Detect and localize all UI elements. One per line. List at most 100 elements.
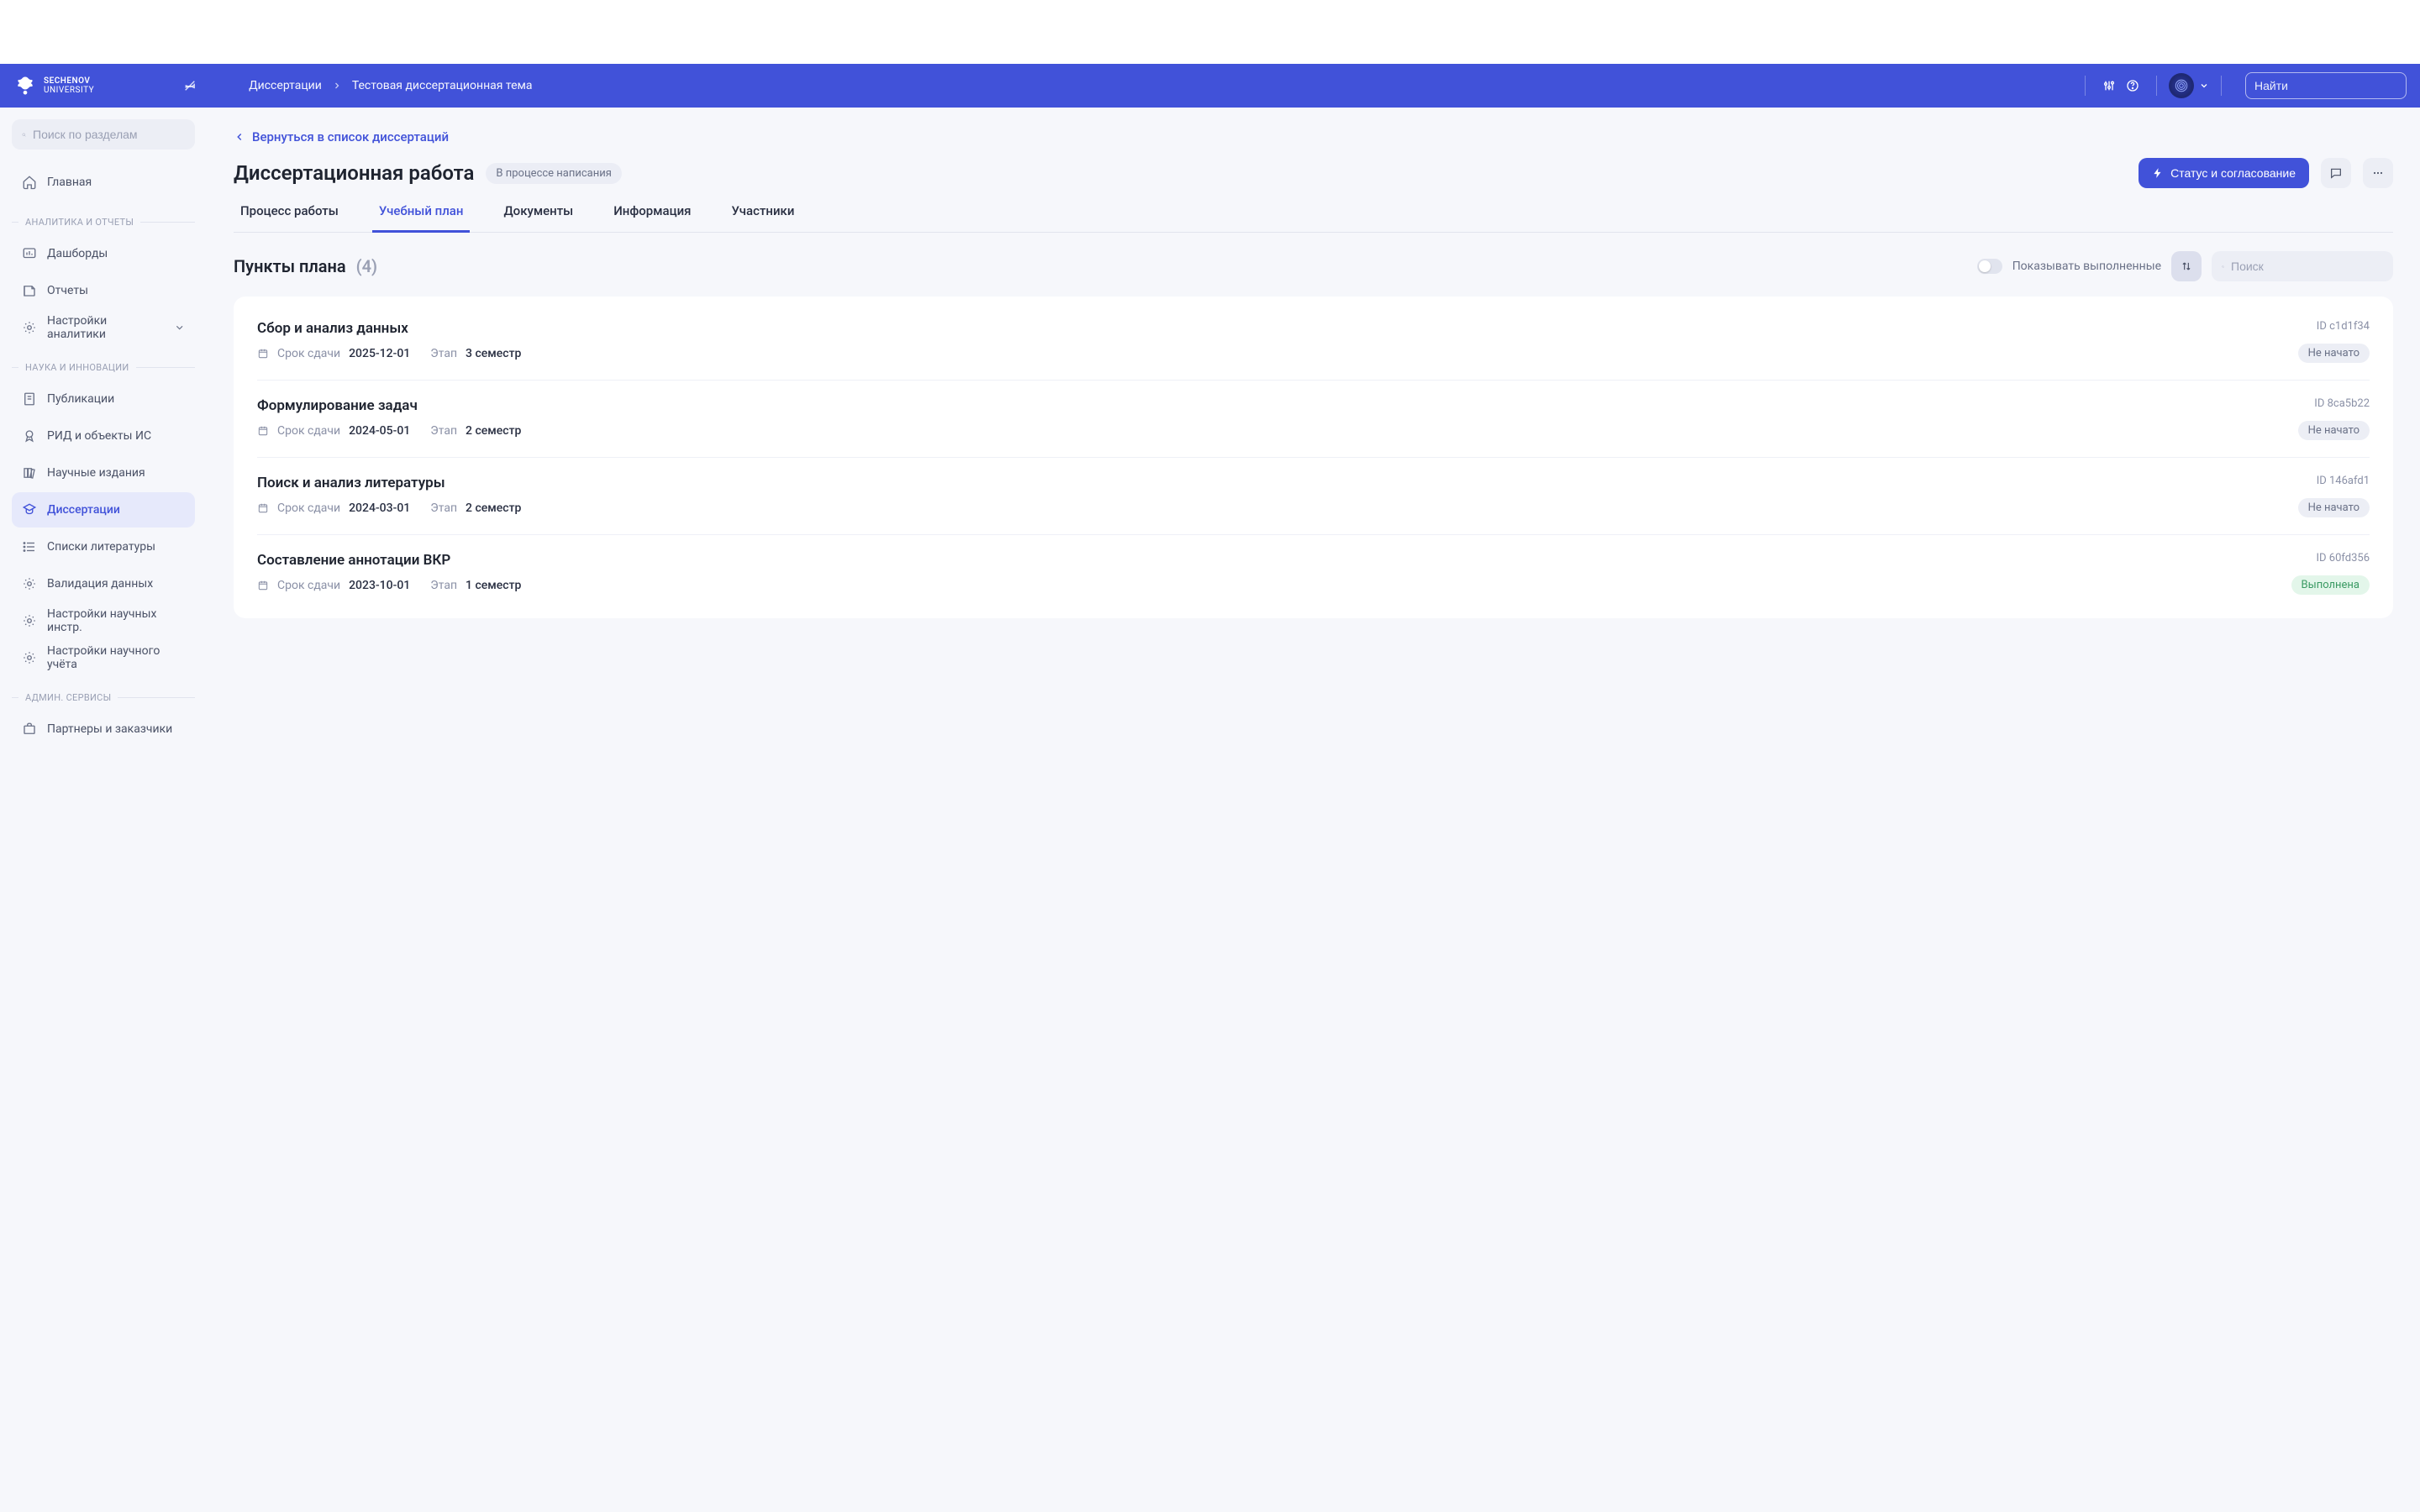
sci-account-settings-icon [22,650,37,665]
plan-item-id: ID c1d1f34 [2317,320,2370,333]
help-icon [2126,79,2139,92]
show-completed-toggle[interactable] [1977,259,2002,274]
nav-label: Отчеты [47,284,88,297]
plan-search[interactable] [2212,251,2393,281]
nav-analytics-settings[interactable]: Настройки аналитики [12,310,195,345]
navbar-divider [2221,76,2222,96]
nav-home[interactable]: Главная [12,165,195,200]
global-search-input[interactable] [2254,79,2407,92]
navbar-divider [2156,76,2157,96]
plan-item[interactable]: Сбор и анализ данных ID c1d1f34 Срок сда… [257,303,2370,381]
brand[interactable]: SECHENOV UNIVERSITY [13,74,94,97]
status-approval-button[interactable]: Статус и согласование [2139,158,2309,188]
plan-list-card: Сбор и анализ данных ID c1d1f34 Срок сда… [234,297,2393,618]
sidebar-search-input[interactable] [33,128,185,141]
plan-search-input[interactable] [2231,260,2383,273]
sort-button[interactable] [2171,251,2202,281]
section-title: Пункты плана [234,256,346,276]
nav-label: Партнеры и заказчики [47,722,172,736]
nav-dissertations[interactable]: Диссертации [12,492,195,528]
brand-text: SECHENOV UNIVERSITY [44,76,94,95]
plan-item[interactable]: Поиск и анализ литературы ID 146afd1 Сро… [257,458,2370,535]
nav-section-header: АНАЛИТИКА И ОТЧЕТЫ [12,217,195,228]
nav-publications[interactable]: Публикации [12,381,195,417]
plan-item-meta: Срок сдачи 2024-03-01 Этап 2 семестр [257,501,521,515]
nav-section-header: АДМИН. СЕРВИСЫ [12,692,195,703]
dashboards-icon [22,246,37,261]
sci-tools-settings-icon [22,613,37,628]
plan-item-meta: Срок сдачи 2023-10-01 Этап 1 семестр [257,579,521,592]
chevron-left-icon [234,131,245,143]
sidebar-search[interactable] [12,119,195,150]
nav-rid[interactable]: РИД и объекты ИС [12,418,195,454]
plan-item-status: Не начато [2298,421,2370,440]
nav-journals[interactable]: Научные издания [12,455,195,491]
navbar: SECHENOV UNIVERSITY Диссертации Тестовая… [0,64,2420,108]
page-title: Диссертационная работа [234,161,474,185]
show-completed-label: Показывать выполненные [2012,260,2161,273]
sliders-icon [2102,79,2116,92]
nav-label: Дашборды [47,247,108,260]
title-row: Диссертационная работа В процессе написа… [234,158,2393,188]
nav-reports[interactable]: Отчеты [12,273,195,308]
tab-plan[interactable]: Учебный план [372,203,471,233]
pin-toggle-button[interactable] [178,74,202,97]
chevron-right-icon [332,81,342,91]
publications-icon [22,391,37,407]
breadcrumb-current: Тестовая диссертационная тема [352,79,533,92]
home-icon [22,175,37,190]
plan-item-status: Не начато [2298,344,2370,363]
plan-item-title: Сбор и анализ данных [257,320,408,337]
plan-item-status: Не начато [2298,498,2370,517]
tab-info[interactable]: Информация [607,203,697,233]
nav-dashboards[interactable]: Дашборды [12,236,195,271]
plan-item-title: Составление аннотации ВКР [257,552,450,569]
nav-label: Настройки научных инстр. [47,607,185,634]
settings-sliders-button[interactable] [2097,74,2121,97]
sidebar: Главная АНАЛИТИКА И ОТЧЕТЫ Дашборды Отчеты… [0,108,207,1512]
sort-icon [2181,260,2192,272]
bolt-icon [2152,167,2164,179]
breadcrumb-root[interactable]: Диссертации [249,79,322,92]
nav-bibliography[interactable]: Списки литературы [12,529,195,564]
back-link-label: Вернуться в список диссертаций [252,129,449,144]
nav-label: Настройки аналитики [47,314,164,341]
calendar-icon [257,502,269,514]
nav-label: Списки литературы [47,540,155,554]
plan-item-id: ID 146afd1 [2317,475,2370,487]
tab-members[interactable]: Участники [725,203,802,233]
main-content: Вернуться в список диссертаций Диссертац… [207,108,2420,1512]
nav-sci-account-settings[interactable]: Настройки научного учёта [12,640,195,675]
tabs: Процесс работы Учебный план Документы Инфор… [234,203,2393,233]
plan-item-title: Формулирование задач [257,397,418,414]
plan-item-status: Выполнена [2291,575,2370,595]
validation-icon [22,576,37,591]
help-button[interactable] [2121,74,2144,97]
more-button[interactable] [2363,158,2393,188]
breadcrumb: Диссертации Тестовая диссертационная тем… [249,79,532,92]
nav-label: Валидация данных [47,577,153,591]
comment-icon [2329,166,2343,180]
chevron-down-icon [174,322,185,333]
tab-process[interactable]: Процесс работы [234,203,345,233]
plan-item-id: ID 60fd356 [2316,552,2370,564]
nav-sci-tools-settings[interactable]: Настройки научных инстр. [12,603,195,638]
nav-validation[interactable]: Валидация данных [12,566,195,601]
user-menu[interactable] [2169,73,2209,98]
plan-section-header: Пункты плана (4) Показывать выполненные [234,251,2393,281]
comments-button[interactable] [2321,158,2351,188]
analytics-settings-icon [22,320,37,335]
partners-icon [22,722,37,737]
calendar-icon [257,425,269,437]
plan-item-id: ID 8ca5b22 [2314,397,2370,410]
nav-label: Диссертации [47,503,120,517]
global-search[interactable] [2245,72,2407,99]
nav-partners[interactable]: Партнеры и заказчики [12,711,195,747]
bibliography-icon [22,539,37,554]
tab-documents[interactable]: Документы [497,203,580,233]
plan-item[interactable]: Составление аннотации ВКР ID 60fd356 Сро… [257,535,2370,612]
back-link[interactable]: Вернуться в список диссертаций [234,129,449,144]
nav-label: Научные издания [47,466,145,480]
plan-item[interactable]: Формулирование задач ID 8ca5b22 Срок сда… [257,381,2370,458]
nav-section-header: НАУКА И ИННОВАЦИИ [12,362,195,373]
